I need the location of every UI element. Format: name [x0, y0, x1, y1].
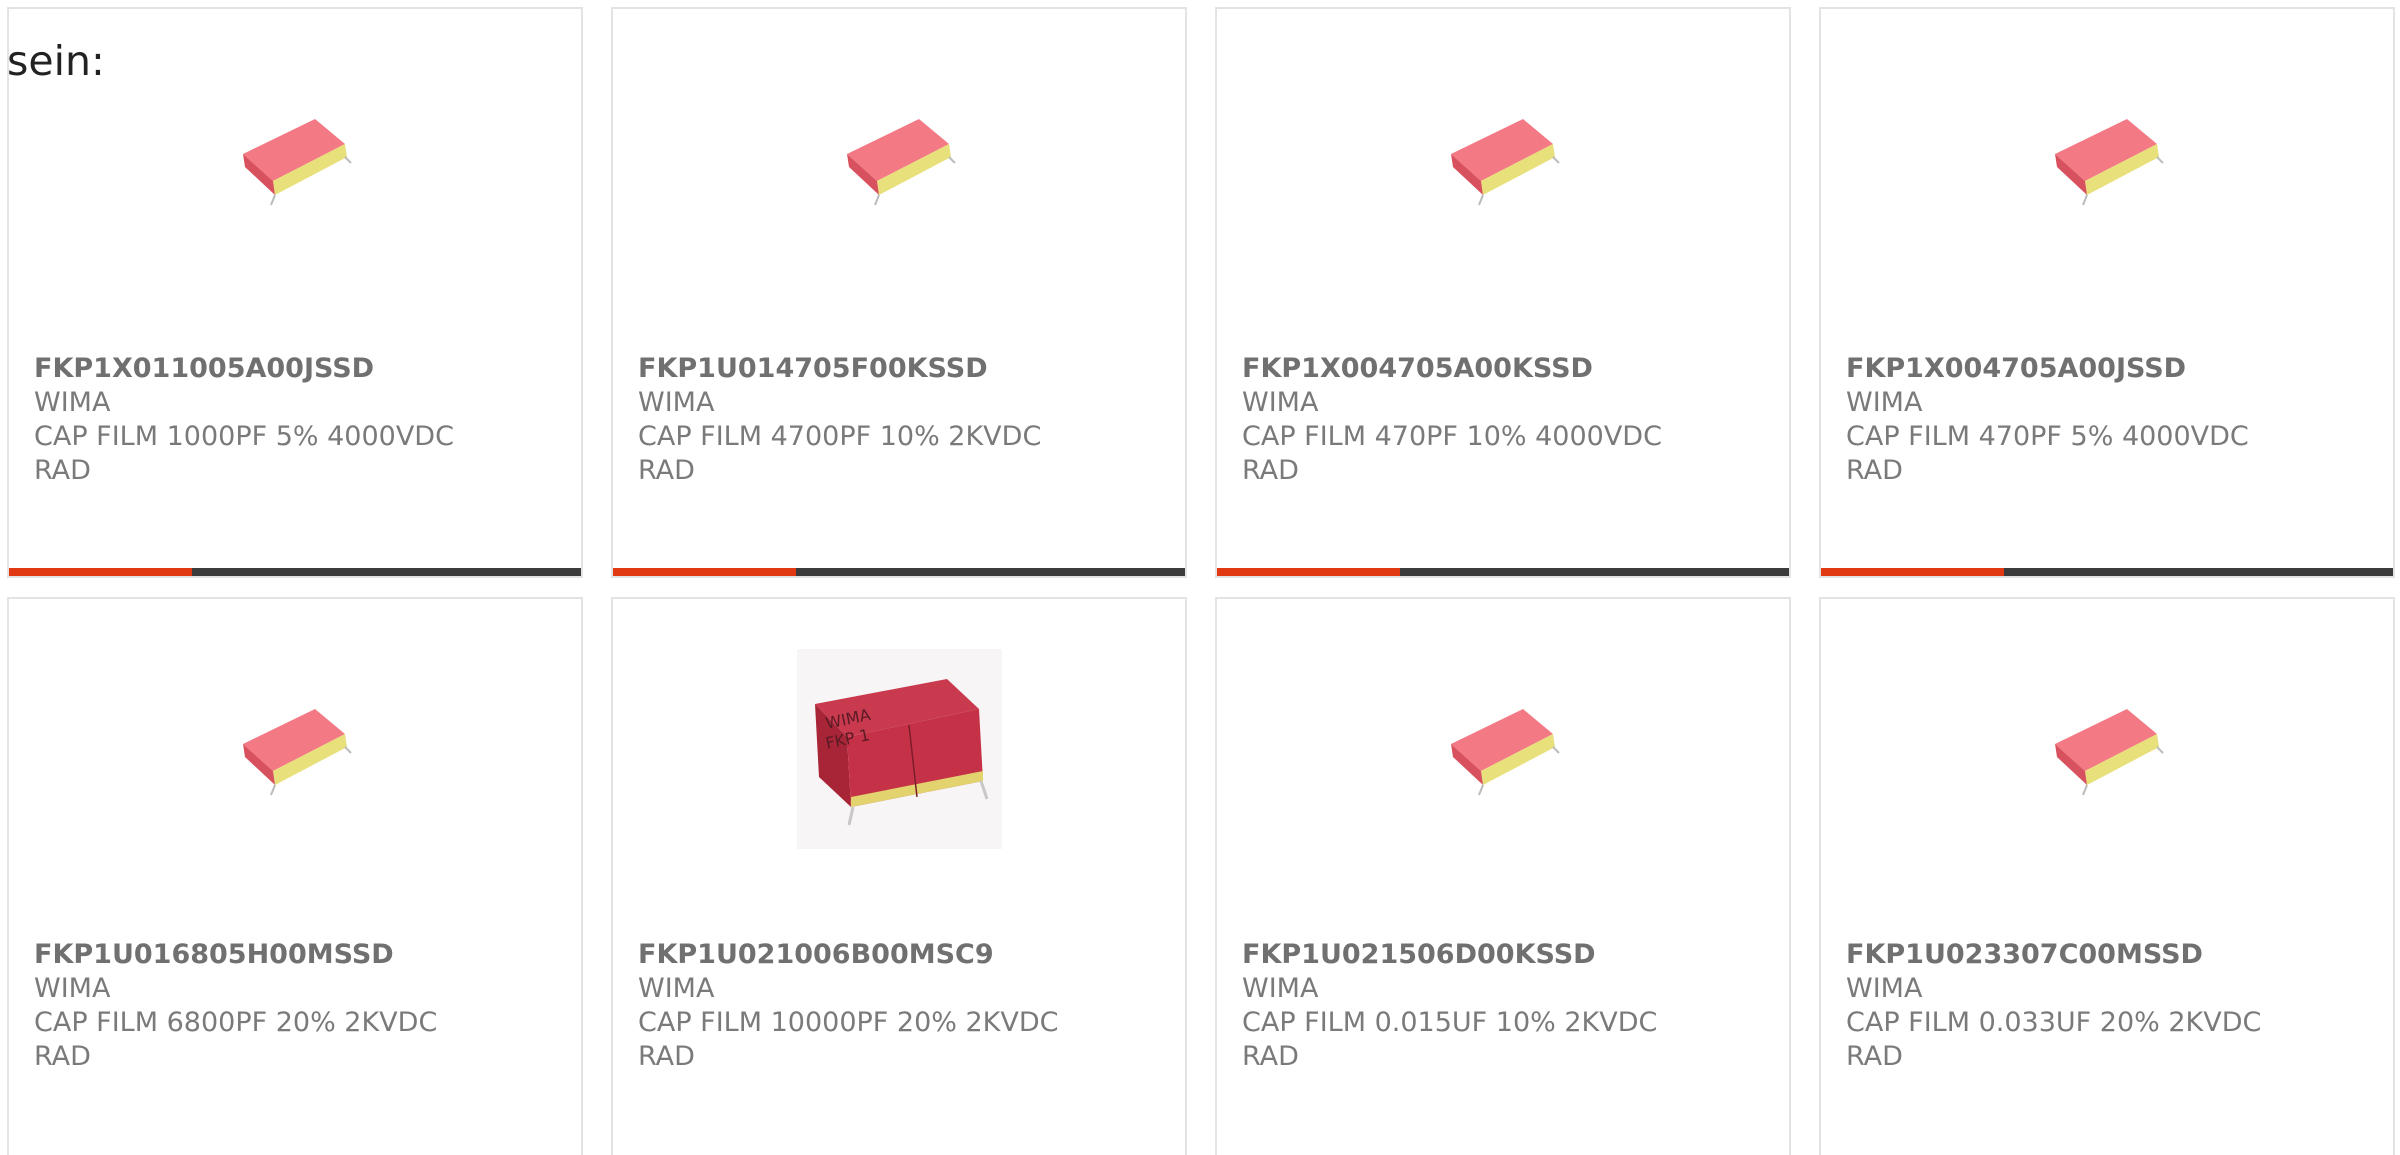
capacitor-icon	[847, 119, 956, 206]
intro-text: sein:	[7, 37, 105, 85]
progress-bar	[613, 568, 1185, 576]
manufacturer: WIMA	[638, 387, 715, 418]
product-card[interactable]: FKP1U014705F00KSSD WIMA CAP FILM 4700PF …	[611, 7, 1187, 578]
product-image[interactable]	[9, 69, 581, 249]
description: CAP FILM 6800PF 20% 2KVDC	[34, 1007, 438, 1038]
progress-bar-fill	[9, 568, 193, 576]
product-card[interactable]: FKP1U016805H00MSSD WIMA CAP FILM 6800PF …	[7, 597, 583, 1155]
part-number-link[interactable]: FKP1U021006B00MSC9	[638, 938, 1058, 972]
package: RAD	[638, 1041, 695, 1072]
part-number-link[interactable]: FKP1X004705A00JSSD	[1846, 352, 2249, 386]
description: CAP FILM 1000PF 5% 4000VDC	[34, 421, 454, 452]
part-number-link[interactable]: FKP1U023307C00MSSD	[1846, 938, 2261, 972]
capacitor-icon	[1451, 119, 1560, 206]
progress-bar-fill	[613, 568, 797, 576]
package: RAD	[1846, 455, 1903, 486]
description: CAP FILM 4700PF 10% 2KVDC	[638, 421, 1042, 452]
product-card[interactable]: FKP1U021506D00KSSD WIMA CAP FILM 0.015UF…	[1215, 597, 1791, 1155]
product-details: FKP1X011005A00JSSD WIMA CAP FILM 1000PF …	[34, 352, 454, 488]
description: CAP FILM 10000PF 20% 2KVDC	[638, 1007, 1059, 1038]
package: RAD	[34, 1041, 91, 1072]
package: RAD	[1242, 1041, 1299, 1072]
manufacturer: WIMA	[34, 387, 111, 418]
package: RAD	[1846, 1041, 1903, 1072]
description: CAP FILM 0.015UF 10% 2KVDC	[1242, 1007, 1658, 1038]
product-image[interactable]	[1217, 69, 1789, 249]
progress-bar	[1217, 568, 1789, 576]
manufacturer: WIMA	[1242, 387, 1319, 418]
part-number-link[interactable]: FKP1U014705F00KSSD	[638, 352, 1041, 386]
capacitor-icon	[2055, 119, 2164, 206]
product-card[interactable]: FKP1U023307C00MSSD WIMA CAP FILM 0.033UF…	[1819, 597, 2395, 1155]
product-details: FKP1U016805H00MSSD WIMA CAP FILM 6800PF …	[34, 938, 437, 1074]
product-image[interactable]: WIMA FKP 1	[613, 649, 1185, 849]
manufacturer: WIMA	[1846, 973, 1923, 1004]
part-number-link[interactable]: FKP1U016805H00MSSD	[34, 938, 437, 972]
product-image[interactable]	[1821, 659, 2393, 839]
manufacturer: WIMA	[1846, 387, 1923, 418]
package: RAD	[34, 455, 91, 486]
product-image[interactable]	[9, 659, 581, 839]
package: RAD	[638, 455, 695, 486]
product-card[interactable]: FKP1X004705A00KSSD WIMA CAP FILM 470PF 1…	[1215, 7, 1791, 578]
wima-capacitor-photo: WIMA FKP 1	[796, 649, 1002, 849]
capacitor-icon	[243, 119, 352, 206]
product-details: FKP1U021506D00KSSD WIMA CAP FILM 0.015UF…	[1242, 938, 1657, 1074]
description: CAP FILM 470PF 10% 4000VDC	[1242, 421, 1662, 452]
manufacturer: WIMA	[1242, 973, 1319, 1004]
description: CAP FILM 0.033UF 20% 2KVDC	[1846, 1007, 2262, 1038]
progress-bar-fill	[1217, 568, 1401, 576]
product-card[interactable]: FKP1X011005A00JSSD WIMA CAP FILM 1000PF …	[7, 7, 583, 578]
product-details: FKP1X004705A00JSSD WIMA CAP FILM 470PF 5…	[1846, 352, 2249, 488]
product-card[interactable]: WIMA FKP 1 FKP1U021006B00MSC9 WIMA CAP F…	[611, 597, 1187, 1155]
part-number-link[interactable]: FKP1X004705A00KSSD	[1242, 352, 1662, 386]
product-image[interactable]	[613, 69, 1185, 249]
product-image[interactable]	[1217, 659, 1789, 839]
capacitor-icon	[1451, 709, 1560, 796]
capacitor-icon	[2055, 709, 2164, 796]
product-grid-page: sein: FKP1X011005A00JSSD WIMA CAP FILM 1…	[0, 0, 2400, 1155]
part-number-link[interactable]: FKP1U021506D00KSSD	[1242, 938, 1657, 972]
progress-bar	[9, 568, 581, 576]
capacitor-icon	[243, 709, 352, 796]
manufacturer: WIMA	[638, 973, 715, 1004]
part-number-link[interactable]: FKP1X011005A00JSSD	[34, 352, 454, 386]
product-image[interactable]	[1821, 69, 2393, 249]
product-details: FKP1X004705A00KSSD WIMA CAP FILM 470PF 1…	[1242, 352, 1662, 488]
manufacturer: WIMA	[34, 973, 111, 1004]
product-details: FKP1U014705F00KSSD WIMA CAP FILM 4700PF …	[638, 352, 1041, 488]
product-details: FKP1U023307C00MSSD WIMA CAP FILM 0.033UF…	[1846, 938, 2261, 1074]
package: RAD	[1242, 455, 1299, 486]
product-card[interactable]: FKP1X004705A00JSSD WIMA CAP FILM 470PF 5…	[1819, 7, 2395, 578]
description: CAP FILM 470PF 5% 4000VDC	[1846, 421, 2249, 452]
product-details: FKP1U021006B00MSC9 WIMA CAP FILM 10000PF…	[638, 938, 1058, 1074]
progress-bar-fill	[1821, 568, 2005, 576]
progress-bar	[1821, 568, 2393, 576]
